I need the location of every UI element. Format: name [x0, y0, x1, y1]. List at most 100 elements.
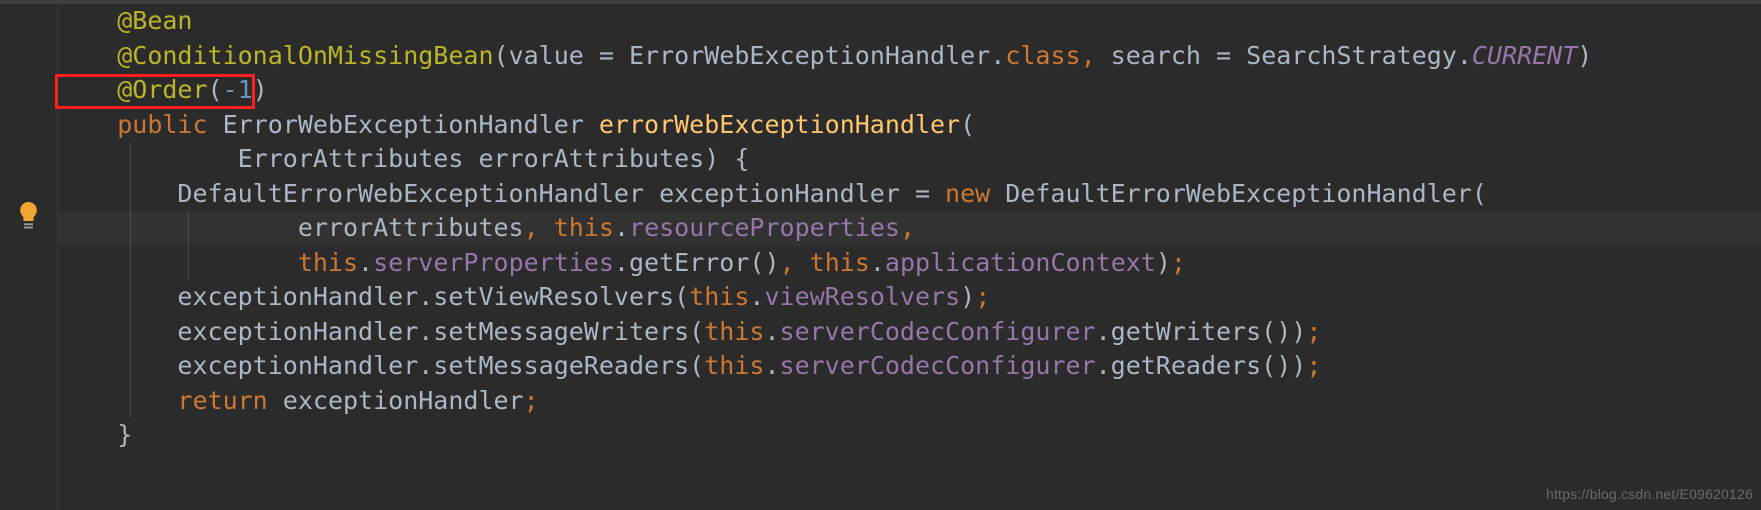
lightbulb-icon[interactable] [19, 201, 38, 231]
code-token: . [764, 316, 780, 346]
code-token: ErrorWebExceptionHandler. [629, 40, 1006, 70]
code-line[interactable]: this.serverProperties.getError(), this.a… [0, 245, 1761, 280]
code-token: value [508, 40, 584, 70]
code-token: exceptionHandler.setMessageReaders [177, 351, 690, 380]
code-token: exceptionHandler.setMessageWriters [177, 316, 690, 346]
code-token: = [1200, 40, 1247, 70]
code-token: errorWebExceptionHandler [598, 109, 961, 139]
code-token: this [297, 247, 359, 277]
code-token: ) [1155, 247, 1171, 277]
code-token: ( [493, 40, 509, 70]
code-token: search [1095, 40, 1201, 70]
code-token: resourceProperties [629, 213, 900, 242]
code-line[interactable]: DefaultErrorWebExceptionHandler exceptio… [0, 176, 1761, 211]
code-token: ( [689, 351, 705, 380]
code-token: ErrorAttributes errorAttributes [237, 144, 705, 173]
code-token: ) { [704, 144, 750, 173]
code-token: ErrorWebExceptionHandler [207, 109, 599, 139]
code-token: serverProperties [373, 247, 614, 277]
code-token: ()) [1261, 351, 1307, 380]
code-line[interactable]: exceptionHandler.setViewResolvers(this.v… [0, 280, 1761, 315]
code-token: . [749, 282, 765, 311]
code-token: this [809, 247, 870, 277]
code-token: this [704, 351, 765, 380]
indent-guide [130, 142, 131, 177]
indent-guide [130, 314, 131, 349]
code-token: . [764, 351, 780, 380]
code-token: SearchStrategy. [1246, 40, 1472, 70]
code-content[interactable]: @Bean @ConditionalOnMissingBean(value = … [0, 4, 1761, 510]
code-line[interactable]: } [0, 418, 1761, 453]
code-line[interactable]: @Order(-1) [0, 73, 1761, 108]
code-token: . [613, 213, 630, 242]
code-line[interactable]: exceptionHandler.setMessageReaders(this.… [0, 349, 1761, 384]
code-line[interactable]: public ErrorWebExceptionHandler errorWeb… [0, 108, 1761, 143]
code-token: , [899, 213, 916, 242]
code-token: @ConditionalOnMissingBean [117, 40, 494, 70]
indent-guide [130, 176, 131, 211]
code-token: .getWriters [1095, 316, 1262, 346]
code-token: = [583, 40, 629, 70]
code-token: , [779, 247, 795, 277]
indent-guide [130, 349, 131, 384]
code-line[interactable]: return exceptionHandler; [0, 383, 1761, 418]
code-token: ) [960, 282, 976, 311]
indent-guide [130, 245, 131, 280]
indent-guide [188, 245, 189, 280]
code-token: () [749, 247, 780, 277]
code-editor[interactable]: @Bean @ConditionalOnMissingBean(value = … [0, 0, 1761, 510]
code-token: ( [689, 316, 705, 346]
code-token: viewResolvers [764, 282, 961, 311]
indent-guide [130, 383, 131, 418]
code-line[interactable]: errorAttributes, this.resourceProperties… [0, 211, 1761, 246]
indent-guide [130, 280, 131, 315]
code-token: = [899, 178, 946, 208]
code-token: DefaultErrorWebExceptionHandler [990, 178, 1472, 208]
code-token: . [869, 247, 885, 277]
code-token: ( [960, 109, 976, 139]
code-token: DefaultErrorWebExceptionHandler exceptio… [177, 178, 900, 208]
code-token: } [117, 420, 133, 449]
code-token: ; [1170, 247, 1186, 277]
code-token: @Order [117, 75, 208, 104]
code-token: ) [1577, 40, 1593, 70]
code-token: CURRENT [1471, 40, 1578, 70]
code-line[interactable]: @ConditionalOnMissingBean(value = ErrorW… [0, 39, 1761, 74]
code-line[interactable]: ErrorAttributes errorAttributes) { [0, 142, 1761, 177]
code-line[interactable]: @Bean [0, 4, 1761, 39]
code-token: errorAttributes [297, 213, 524, 242]
code-token: exceptionHandler [267, 385, 524, 415]
code-token: exceptionHandler.setViewResolvers [177, 282, 675, 311]
code-token: this [704, 316, 765, 346]
code-token: ; [1306, 316, 1322, 346]
code-token: .getReaders [1095, 351, 1262, 380]
code-token: this [553, 213, 614, 242]
code-line[interactable]: exceptionHandler.setMessageWriters(this.… [0, 314, 1761, 349]
code-token: applicationContext [884, 247, 1156, 277]
code-token: .getError [613, 247, 750, 277]
code-token: ( [674, 282, 690, 311]
code-token: , [523, 213, 539, 242]
code-token: . [358, 247, 374, 277]
indent-guide [188, 211, 189, 246]
code-token: ; [523, 385, 539, 415]
code-token: ()) [1261, 316, 1307, 346]
indent-guide [130, 211, 131, 246]
code-token: -1 [222, 75, 253, 104]
code-token: new [945, 178, 991, 208]
code-token: ( [207, 75, 223, 104]
code-token: class [1005, 40, 1081, 70]
editor-gutter[interactable] [0, 4, 58, 510]
code-token: serverCodecConfigurer [779, 351, 1096, 380]
code-token: return [177, 385, 268, 415]
